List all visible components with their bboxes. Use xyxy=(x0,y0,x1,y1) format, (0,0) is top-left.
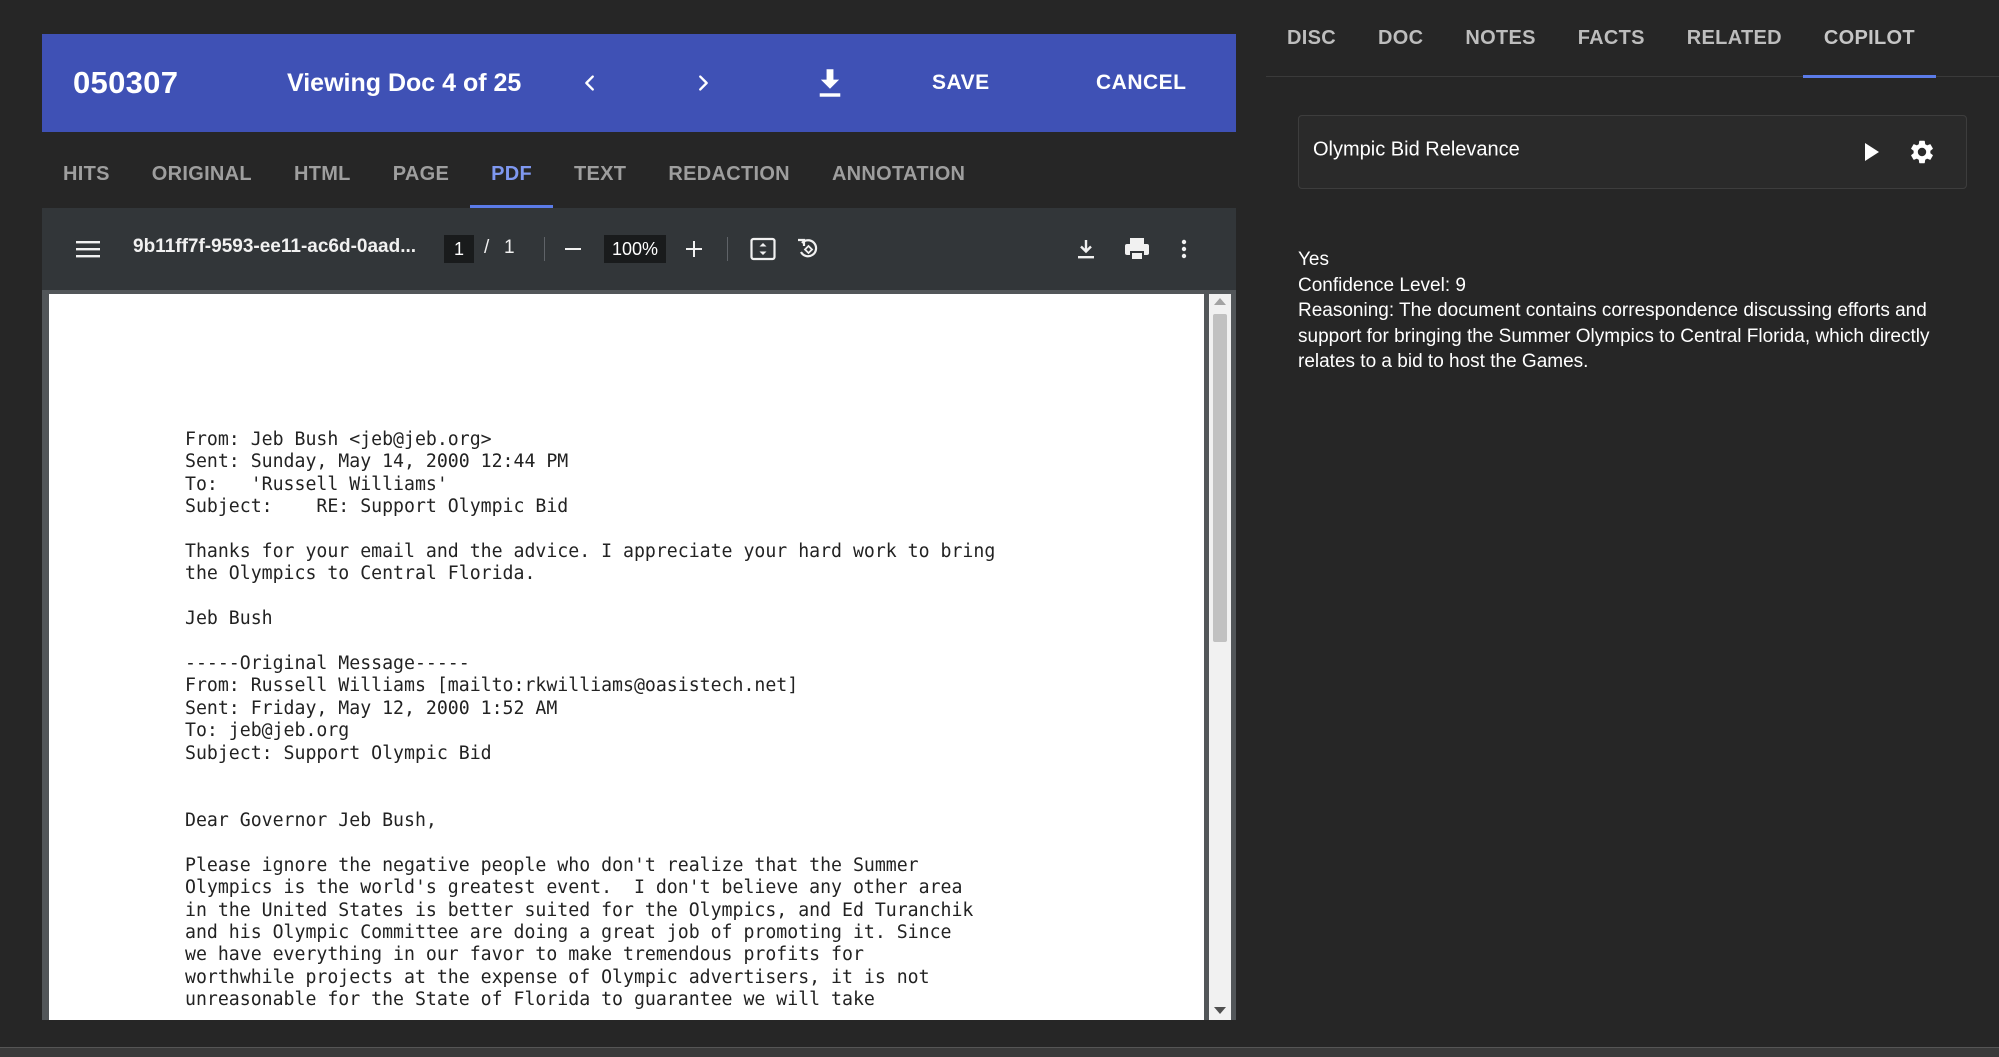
tab-doc[interactable]: DOC xyxy=(1357,0,1444,77)
fit-page-icon xyxy=(750,237,776,261)
page-number-input[interactable]: 1 xyxy=(444,235,474,263)
gear-icon xyxy=(1911,140,1933,164)
tab-original[interactable]: ORIGINAL xyxy=(131,140,273,208)
save-button[interactable]: SAVE xyxy=(932,71,990,95)
pdf-page-text: From: Jeb Bush <jeb@jeb.org> Sent: Sunda… xyxy=(185,429,996,1011)
zoom-level-input[interactable]: 100% xyxy=(604,235,666,263)
zoom-out-button[interactable] xyxy=(558,234,588,264)
menu-icon xyxy=(76,241,100,258)
plus-icon xyxy=(686,241,702,257)
copilot-confidence: Confidence Level: 9 xyxy=(1298,274,1466,296)
chevron-right-icon xyxy=(699,75,708,91)
viewing-position-label: Viewing Doc 4 of 25 xyxy=(287,68,522,97)
tab-redaction[interactable]: REDACTION xyxy=(647,140,811,208)
tab-pdf[interactable]: PDF xyxy=(470,140,553,208)
download-document-button[interactable] xyxy=(808,61,852,105)
scrollbar-thumb[interactable] xyxy=(1213,314,1227,642)
toolbar-divider xyxy=(544,237,545,261)
tab-related[interactable]: RELATED xyxy=(1666,0,1803,77)
tab-hits[interactable]: HITS xyxy=(42,140,131,208)
page-total: 1 xyxy=(504,237,515,258)
cancel-button[interactable]: CANCEL xyxy=(1096,71,1187,95)
copilot-reasoning: Reasoning: The document contains corresp… xyxy=(1298,300,1930,372)
zoom-in-button[interactable] xyxy=(679,234,709,264)
tab-notes[interactable]: NOTES xyxy=(1444,0,1556,77)
download-icon xyxy=(1078,240,1094,259)
more-vert-icon xyxy=(1181,239,1187,259)
play-icon xyxy=(1865,143,1879,161)
run-prompt-button[interactable] xyxy=(1856,136,1888,168)
more-actions-button[interactable] xyxy=(1172,234,1196,264)
rotate-icon xyxy=(798,238,818,258)
tab-html[interactable]: HTML xyxy=(273,140,372,208)
download-icon xyxy=(819,69,841,97)
document-header: 050307 Viewing Doc 4 of 25 SAVE CANCEL xyxy=(42,34,1236,132)
document-viewer-pane: 050307 Viewing Doc 4 of 25 SAVE CANCEL H… xyxy=(0,0,1258,1057)
chevron-left-icon xyxy=(585,75,594,91)
previous-document-button[interactable] xyxy=(570,63,610,103)
print-icon xyxy=(1125,238,1149,260)
pdf-menu-button[interactable] xyxy=(72,234,104,264)
pdf-scrollbar[interactable] xyxy=(1209,294,1231,1020)
tab-copilot[interactable]: COPILOT xyxy=(1802,0,1936,78)
fit-to-page-button[interactable] xyxy=(748,234,778,264)
pdf-viewer: 9b11ff7f-9593-ee11-ac6d-0aad... 1 / 1 10… xyxy=(42,208,1236,1020)
next-document-button[interactable] xyxy=(683,63,723,103)
view-mode-tabs: HITS ORIGINAL HTML PAGE PDF TEXT REDACTI… xyxy=(42,140,986,208)
document-id: 050307 xyxy=(73,65,179,100)
pdf-toolbar: 9b11ff7f-9593-ee11-ac6d-0aad... 1 / 1 10… xyxy=(42,208,1236,290)
pdf-filename: 9b11ff7f-9593-ee11-ac6d-0aad... xyxy=(133,236,417,257)
side-panel-tabs: DISC DOC NOTES FACTS RELATED COPILOT xyxy=(1266,0,1999,78)
pdf-page: From: Jeb Bush <jeb@jeb.org> Sent: Sunda… xyxy=(49,294,1204,1020)
tab-page[interactable]: PAGE xyxy=(372,140,470,208)
side-panel: DISC DOC NOTES FACTS RELATED COPILOT Oly… xyxy=(1266,0,1999,1057)
window-bottom-edge xyxy=(0,1047,1999,1057)
tab-facts[interactable]: FACTS xyxy=(1557,0,1666,77)
tab-text[interactable]: TEXT xyxy=(553,140,647,208)
copilot-prompt-text: Olympic Bid Relevance xyxy=(1313,138,1520,161)
copilot-result: Yes Confidence Level: 9 Reasoning: The d… xyxy=(1298,247,1958,375)
copilot-prompt-field[interactable]: Olympic Bid Relevance xyxy=(1298,115,1967,189)
tab-disc[interactable]: DISC xyxy=(1266,0,1357,77)
prompt-settings-button[interactable] xyxy=(1905,134,1939,170)
tab-annotation[interactable]: ANNOTATION xyxy=(811,140,986,208)
minus-icon xyxy=(565,248,581,250)
page-separator: / xyxy=(484,237,490,258)
print-button[interactable] xyxy=(1122,234,1152,264)
scroll-down-arrow-icon[interactable] xyxy=(1214,1007,1226,1014)
copilot-answer: Yes xyxy=(1298,249,1329,270)
rotate-button[interactable] xyxy=(793,234,823,264)
pdf-download-button[interactable] xyxy=(1071,234,1101,264)
toolbar-divider xyxy=(727,237,728,261)
scroll-up-arrow-icon[interactable] xyxy=(1214,298,1226,305)
